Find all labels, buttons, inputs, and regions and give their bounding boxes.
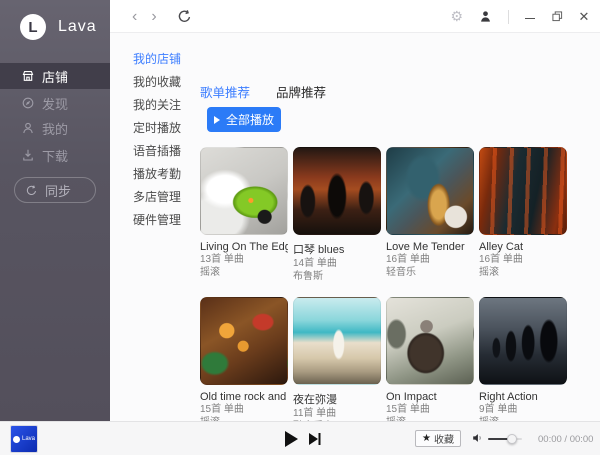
subnav-item-multi-store[interactable]: 多店管理 xyxy=(133,188,181,211)
card-title[interactable]: 口琴 blues xyxy=(293,241,381,257)
logo-circle-icon: L xyxy=(20,14,46,40)
album-cover-saxophone-player[interactable] xyxy=(386,147,474,235)
sync-icon xyxy=(25,183,39,197)
app-window: L Lava 店铺 发现 我的 下载 xyxy=(0,0,600,455)
nav-history-controls: ‹ › xyxy=(130,0,192,33)
playlist-card[interactable]: Old time rock and roll 15首 单曲 摇滚 xyxy=(200,297,288,432)
download-icon xyxy=(21,148,35,162)
content-tabs: 歌单推荐 品牌推荐 xyxy=(200,82,326,101)
playlist-card[interactable]: Love Me Tender 16首 单曲 轻音乐 xyxy=(386,147,474,282)
playback-time: 00:00 / 00:00 xyxy=(538,434,593,445)
card-count: 9首 单曲 xyxy=(479,403,567,416)
playlist-card[interactable]: Living On The Edge 13首 单曲 摇滚 xyxy=(200,147,288,282)
album-cover-green-car-burnout[interactable] xyxy=(200,147,288,235)
volume-slider[interactable] xyxy=(488,438,522,440)
volume-icon[interactable] xyxy=(471,431,485,450)
sidebar-item-mine[interactable]: 我的 xyxy=(0,115,110,141)
close-button[interactable]: ✕ xyxy=(578,11,590,23)
restore-button[interactable] xyxy=(551,11,563,23)
subnav-item-my-favorites[interactable]: 我的收藏 xyxy=(133,73,181,96)
card-title[interactable]: 夜在弥漫 xyxy=(293,391,381,407)
album-cover-cafe-man[interactable] xyxy=(386,297,474,385)
card-title[interactable]: Right Action xyxy=(479,391,567,403)
album-cover-bar-toast[interactable] xyxy=(200,297,288,385)
play-triangle-icon xyxy=(214,116,220,124)
card-title[interactable]: Love Me Tender xyxy=(386,241,474,253)
playlist-card[interactable]: On Impact 15首 单曲 摇滚 xyxy=(386,297,474,432)
settings-gear-icon[interactable]: ⚙ xyxy=(450,8,463,25)
sidebar: L Lava 店铺 发现 我的 下载 xyxy=(0,0,110,421)
card-genre: 摇滚 xyxy=(479,266,567,279)
sidebar-item-label: 发现 xyxy=(42,94,68,113)
minimize-button[interactable] xyxy=(524,11,536,23)
card-count: 15首 单曲 xyxy=(386,403,474,416)
subnav-item-my-shop[interactable]: 我的店铺 xyxy=(133,50,181,73)
card-count: 14首 单曲 xyxy=(293,257,381,270)
favorite-button[interactable]: ★ 收藏 xyxy=(415,430,461,447)
tab-playlist-recommend[interactable]: 歌单推荐 xyxy=(200,82,250,101)
subnav-item-hardware[interactable]: 硬件管理 xyxy=(133,211,181,234)
subnav-item-play-attendance[interactable]: 播放考勤 xyxy=(133,165,181,188)
card-count: 11首 单曲 xyxy=(293,407,381,420)
card-genre: 布鲁斯 xyxy=(293,270,381,283)
playlist-card[interactable]: Right Action 9首 单曲 摇滚 xyxy=(479,297,567,432)
shop-icon xyxy=(21,69,35,83)
play-button[interactable] xyxy=(283,430,299,453)
card-count: 13首 单曲 xyxy=(200,253,288,266)
card-title[interactable]: On Impact xyxy=(386,391,474,403)
now-playing-thumbnail[interactable]: Lava xyxy=(10,425,38,453)
album-cover-band-on-stage[interactable] xyxy=(293,147,381,235)
tab-brand-recommend[interactable]: 品牌推荐 xyxy=(276,82,326,101)
player-bar: Lava ★ 收藏 00:00 / 00:00 xyxy=(0,421,600,455)
card-title[interactable]: Alley Cat xyxy=(479,241,567,253)
sidebar-item-discover[interactable]: 发现 xyxy=(0,90,110,116)
card-genre: 轻音乐 xyxy=(386,266,474,279)
forward-icon[interactable]: › xyxy=(149,9,158,25)
playlist-card[interactable]: Alley Cat 16首 单曲 摇滚 xyxy=(479,147,567,282)
star-icon: ★ xyxy=(422,433,431,444)
titlebar-divider xyxy=(508,10,509,24)
person-icon xyxy=(21,121,35,135)
sidebar-item-shop[interactable]: 店铺 xyxy=(0,63,110,89)
volume-knob[interactable] xyxy=(507,434,517,444)
refresh-icon[interactable] xyxy=(177,9,192,24)
subnav-item-my-follows[interactable]: 我的关注 xyxy=(133,96,181,119)
card-genre: 摇滚 xyxy=(200,266,288,279)
sidebar-item-label: 我的 xyxy=(42,119,68,138)
thumb-logo-circle-icon xyxy=(13,436,20,443)
titlebar: ‹ › ⚙ ✕ xyxy=(110,0,600,33)
sidebar-item-label: 同步 xyxy=(45,181,71,200)
brand-name: Lava xyxy=(58,18,97,36)
card-count: 15首 单曲 xyxy=(200,403,288,416)
album-cover-beach-boardwalk[interactable] xyxy=(293,297,381,385)
card-title[interactable]: Old time rock and roll xyxy=(200,391,288,403)
playlist-card[interactable]: 口琴 blues 14首 单曲 布鲁斯 xyxy=(293,147,381,282)
sidebar-item-sync[interactable]: 同步 xyxy=(14,177,96,203)
app-logo: L Lava xyxy=(20,14,97,40)
play-all-button[interactable]: 全部播放 xyxy=(207,107,281,132)
album-cover-night-runners[interactable] xyxy=(479,297,567,385)
album-cover-neon-alley[interactable] xyxy=(479,147,567,235)
playlist-card-grid: Living On The Edge 13首 单曲 摇滚 口琴 blues 14… xyxy=(200,147,567,432)
sidebar-item-label: 下载 xyxy=(42,146,68,165)
thumb-brand-label: Lava xyxy=(22,436,35,442)
playlist-card[interactable]: 夜在弥漫 11首 单曲 融合爵士 xyxy=(293,297,381,432)
sidebar-item-label: 店铺 xyxy=(42,67,68,86)
secondary-nav: 我的店铺 我的收藏 我的关注 定时播放 语音插播 播放考勤 多店管理 硬件管理 xyxy=(133,50,181,234)
subnav-item-voice-insert[interactable]: 语音插播 xyxy=(133,142,181,165)
sidebar-item-download[interactable]: 下载 xyxy=(0,142,110,168)
card-title[interactable]: Living On The Edge xyxy=(200,241,288,253)
card-count: 16首 单曲 xyxy=(479,253,567,266)
subnav-item-scheduled-play[interactable]: 定时播放 xyxy=(133,119,181,142)
favorite-label: 收藏 xyxy=(434,431,454,446)
play-all-label: 全部播放 xyxy=(226,111,274,128)
card-count: 16首 单曲 xyxy=(386,253,474,266)
back-icon[interactable]: ‹ xyxy=(130,9,139,25)
compass-icon xyxy=(21,96,35,110)
next-track-button[interactable] xyxy=(308,432,322,451)
user-account-icon[interactable] xyxy=(478,9,493,24)
